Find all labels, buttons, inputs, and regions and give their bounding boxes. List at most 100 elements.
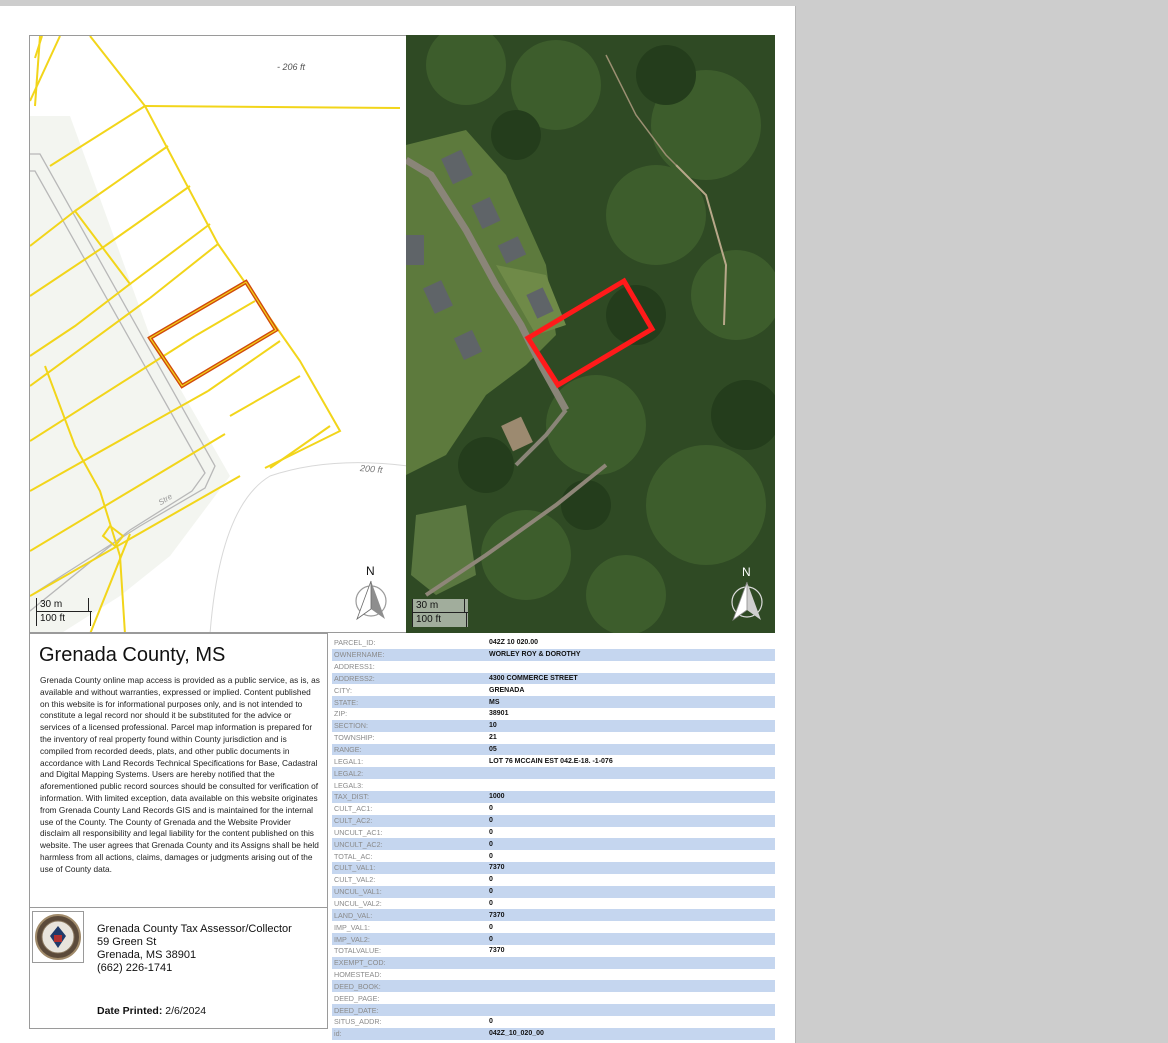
table-row: STATE: MS [332,696,775,709]
attribute-value: 0 [487,838,775,851]
table-row: DEED_BOOK: [332,980,775,993]
attribute-value: 0 [489,876,493,884]
print-page: - 206 ft 200 ft Stre N 30 m 100 ft N 30 … [0,6,796,1043]
distance-label-right: 200 ft [359,463,383,475]
attribute-value [487,767,775,780]
attribute-value [487,779,775,791]
office-street: 59 Green St [97,936,157,948]
table-row: EXEMPT_COD: [332,956,775,969]
attribute-key: CULT_AC2: [332,814,487,827]
attribute-value: GRENADA [489,686,525,694]
table-row: LEGAL2: [332,767,775,780]
attribute-key: ADDRESS1: [334,662,375,672]
attribute-key: STATE: [332,696,487,709]
attribute-value [487,1004,775,1016]
attribute-key: CULT_VAL1: [332,862,487,874]
attribute-value: 0 [489,805,493,813]
attribute-value: 7370 [487,909,775,922]
attribute-key: CITY: [334,685,352,695]
table-row: id: 042Z_10_020_00 [332,1027,775,1040]
table-row: IMP_VAL1: 0 [332,921,775,933]
attribute-key: LEGAL3: [334,780,364,790]
table-row: LAND_VAL: 7370 [332,909,775,922]
attribute-key: TOWNSHIP: [334,733,375,743]
table-row: HOMESTEAD: [332,969,775,981]
table-row: DEED_PAGE: [332,992,775,1004]
table-row: ADDRESS1: [332,661,775,673]
attribute-key: LEGAL1: [334,756,364,766]
attribute-value [487,956,775,969]
attribute-value: 0 [489,828,493,836]
parcel-map[interactable]: - 206 ft 200 ft Stre N 30 m 100 ft [29,35,407,633]
date-printed-value: 2/6/2024 [165,1005,207,1017]
attribute-value: 042Z_10_020_00 [487,1027,775,1040]
table-row: UNCULT_AC1: 0 [332,827,775,839]
attribute-value: 7370 [487,862,775,874]
attribute-value: 0 [487,814,775,827]
table-row: LEGAL1: LOT 76 MCCAIN EST 042.E-18. -1-07… [332,755,775,767]
table-row: SECTION: 10 [332,719,775,732]
table-row: SITUS_ADDR: 0 [332,1016,775,1028]
attribute-value [487,661,775,673]
county-title: Grenada County, MS [39,644,226,666]
attribute-value: 0 [487,885,775,898]
attribute-value: 0 [487,933,775,945]
scale-metric: 30 m [36,598,92,612]
attribute-key: TOTAL_AC: [334,851,373,861]
county-seal-icon [32,911,84,963]
table-row: DEED_DATE: [332,1004,775,1016]
office-address: Grenada County Tax Assessor/Collector 59… [97,923,292,975]
aerial-map[interactable]: N 30 m 100 ft [406,35,775,633]
attribute-key: EXEMPT_COD: [332,956,487,969]
scale-metric: 30 m [412,599,468,613]
attribute-key: DEED_BOOK: [332,980,487,993]
office-name: Grenada County Tax Assessor/Collector [97,923,292,935]
scale-bar: 30 m 100 ft [36,598,92,626]
table-row: OWNERNAME: WORLEY ROY & DOROTHY [332,648,775,661]
attribute-key: DEED_PAGE: [334,993,380,1003]
table-row: CULT_VAL2: 0 [332,874,775,886]
table-row: UNCUL_VAL2: 0 [332,898,775,910]
attribute-value: 1000 [487,790,775,803]
attribute-value: WORLEY ROY & DOROTHY [487,648,775,661]
attribute-value: 042Z 10 020.00 [489,639,539,647]
table-row: UNCUL_VAL1: 0 [332,885,775,898]
attribute-key: OWNERNAME: [332,648,487,661]
office-city: Grenada, MS 38901 [97,949,197,961]
attribute-key: UNCUL_VAL2: [334,898,382,908]
scale-imperial: 100 ft [36,612,92,626]
parcel-attributes-table: PARCEL_ID: 042Z 10 020.00 OWNERNAME: WORLEY… [332,637,775,1040]
table-row: CULT_VAL1: 7370 [332,862,775,874]
attribute-key: SECTION: [332,719,487,732]
attribute-value: 7370 [489,947,505,955]
table-row: LEGAL3: [332,779,775,791]
table-row: RANGE: 05 [332,743,775,756]
table-row: UNCULT_AC2: 0 [332,838,775,851]
table-row: CULT_AC2: 0 [332,814,775,827]
attribute-key: UNCULT_AC1: [334,827,383,837]
date-printed-label: Date Printed: [97,1005,163,1017]
attribute-value: MS [487,696,775,709]
attribute-key: UNCUL_VAL1: [332,885,487,898]
attribute-key: id: [332,1027,487,1040]
attribute-key: PARCEL_ID: [334,638,376,648]
attribute-key: LEGAL2: [332,767,487,780]
table-row: CITY: GRENADA [332,684,775,696]
attribute-key: TAX_DIST: [332,790,487,803]
divider [30,907,327,908]
table-row: TOTAL_AC: 0 [332,850,775,862]
scale-imperial: 100 ft [412,613,468,627]
attribute-value: 38901 [489,710,509,718]
north-arrow-icon: N [351,564,391,624]
attribute-key: TOTALVALUE: [334,946,381,956]
parcel-lines-drawing [30,36,406,632]
table-row: IMP_VAL2: 0 [332,933,775,945]
attribute-value [487,980,775,993]
attribute-value: 21 [489,734,497,742]
attribute-value: 0 [489,1018,493,1026]
table-row: TAX_DIST: 1000 [332,790,775,803]
aerial-imagery [406,35,775,633]
attribute-value [487,969,775,981]
attribute-key: DEED_DATE: [332,1004,487,1016]
attribute-value [487,992,775,1004]
